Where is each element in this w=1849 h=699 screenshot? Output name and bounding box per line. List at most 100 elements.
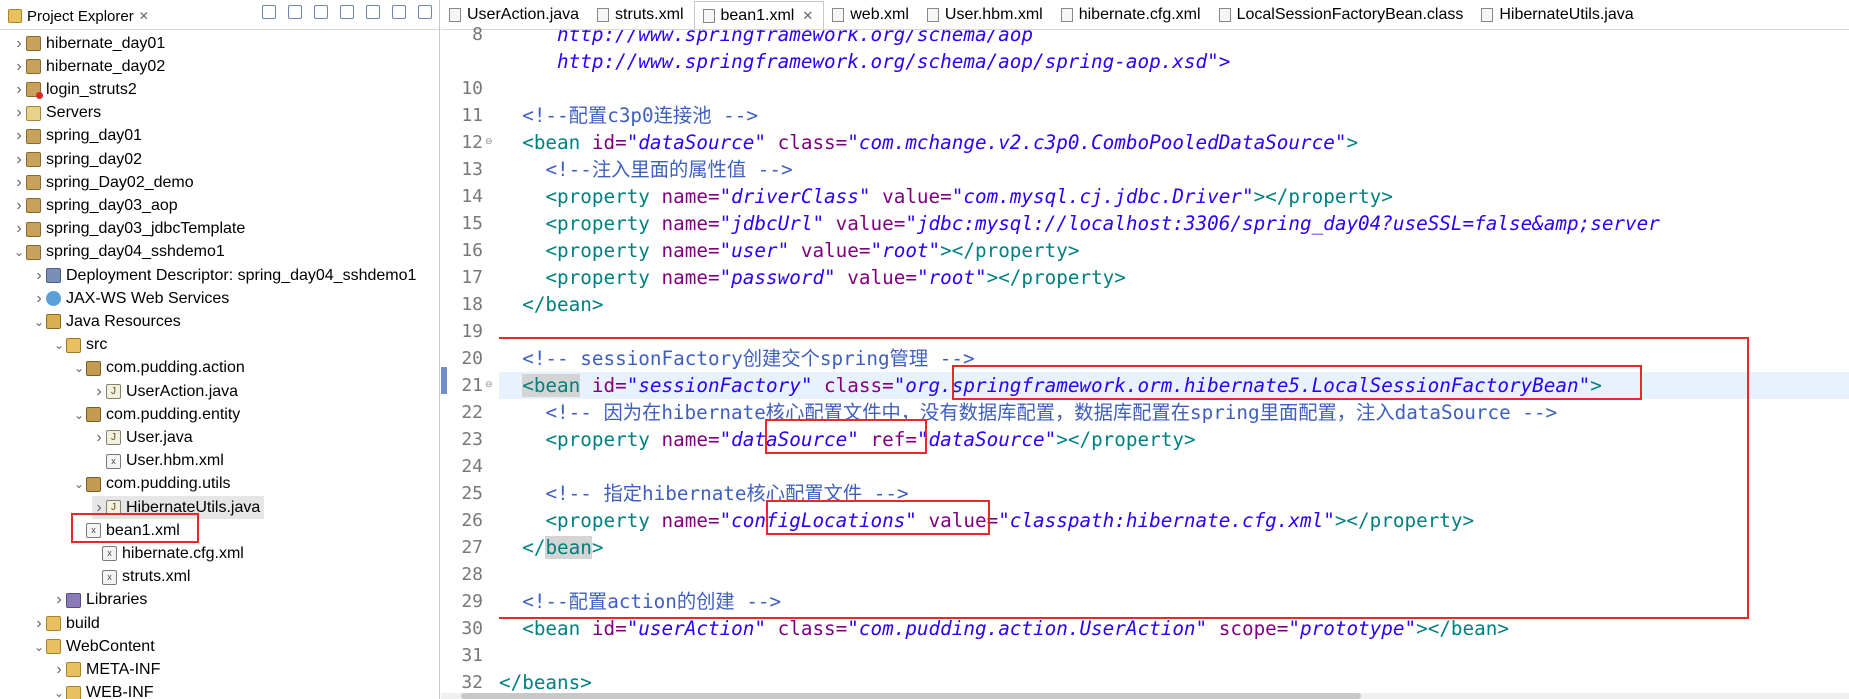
project-icon xyxy=(26,175,41,191)
fold-icon[interactable]: ⊖ xyxy=(485,372,495,399)
java-file-icon xyxy=(1481,8,1494,22)
editor-tab[interactable]: User.hbm.xml xyxy=(919,1,1053,29)
line-number: 19 xyxy=(461,321,483,342)
tree-item[interactable]: ⌄ com.pudding.entity xyxy=(72,403,240,426)
chevron-right-icon[interactable]: › xyxy=(12,35,26,53)
close-icon[interactable]: ✕ xyxy=(139,9,149,23)
link-with-editor-icon[interactable] xyxy=(288,5,302,19)
tree-item-label: User.hbm.xml xyxy=(126,452,224,470)
tree-item[interactable]: ⌄ WebContent xyxy=(32,635,155,658)
tree-item[interactable]: › JAX-WS Web Services xyxy=(32,287,229,310)
filter-icon[interactable] xyxy=(314,5,328,19)
java-file-icon: J xyxy=(106,430,121,446)
editor-tab[interactable]: LocalSessionFactoryBean.class xyxy=(1211,1,1474,29)
horizontal-scrollbar[interactable] xyxy=(441,693,1849,699)
chevron-right-icon[interactable]: › xyxy=(12,81,26,99)
fold-icon[interactable]: ⊖ xyxy=(485,129,495,156)
xml-file-icon xyxy=(926,8,939,22)
code-line-14: <property name="driverClass" value="com.… xyxy=(545,185,1393,208)
chevron-right-icon[interactable]: › xyxy=(12,197,26,215)
editor-tab[interactable]: HibernateUtils.java xyxy=(1473,1,1643,29)
chevron-down-icon[interactable]: ⌄ xyxy=(12,245,26,259)
tree-item[interactable]: › login_struts2 xyxy=(12,78,137,101)
chevron-down-icon[interactable]: ⌄ xyxy=(32,315,46,329)
libraries-icon xyxy=(66,592,81,608)
chevron-right-icon[interactable]: › xyxy=(32,267,46,285)
chevron-right-icon[interactable]: › xyxy=(12,127,26,145)
project-icon xyxy=(26,128,41,144)
collapse-all-icon[interactable] xyxy=(262,5,276,19)
tree-item[interactable]: x User.hbm.xml xyxy=(92,450,224,473)
tree-item[interactable]: › spring_day03_aop xyxy=(12,194,177,217)
close-icon[interactable]: ✕ xyxy=(802,8,813,24)
tree-item[interactable]: ⌄ WEB-INF xyxy=(52,682,154,699)
line-number: 26 xyxy=(461,510,483,531)
editor-tab[interactable]: hibernate.cfg.xml xyxy=(1053,1,1211,29)
scrollbar-thumb[interactable] xyxy=(461,693,1361,699)
tree-item[interactable]: x struts.xml xyxy=(88,566,190,589)
tree-item[interactable]: › spring_day01 xyxy=(12,125,142,148)
package-icon xyxy=(86,360,101,376)
chevron-right-icon[interactable]: › xyxy=(12,220,26,238)
tree-item[interactable]: › build xyxy=(32,612,99,635)
chevron-down-icon[interactable]: ⌄ xyxy=(52,338,66,352)
xml-file-icon xyxy=(832,8,845,22)
tree-item-label: HibernateUtils.java xyxy=(126,498,261,516)
tree-item[interactable]: ⌄ com.pudding.utils xyxy=(72,473,231,496)
tree-item[interactable]: › J User.java xyxy=(92,426,192,449)
tree-item[interactable]: x bean1.xml xyxy=(72,519,180,542)
tree-item[interactable]: › spring_day02 xyxy=(12,148,142,171)
editor-tab[interactable]: web.xml xyxy=(824,1,919,29)
chevron-right-icon[interactable]: › xyxy=(12,58,26,76)
tree-item[interactable]: ⌄ spring_day04_sshdemo1 xyxy=(12,241,225,264)
focus-icon[interactable] xyxy=(340,5,354,19)
tree-item[interactable]: › META-INF xyxy=(52,658,160,681)
tree-item[interactable]: › J UserAction.java xyxy=(92,380,238,403)
xml-editor: UserAction.java struts.xml bean1.xml ✕ web.x… xyxy=(441,0,1849,699)
chevron-down-icon[interactable]: ⌄ xyxy=(52,686,66,699)
code-line-25: <!-- 指定hibernate核心配置文件 --> xyxy=(545,482,909,505)
chevron-down-icon[interactable]: ⌄ xyxy=(72,361,86,375)
tree-item[interactable]: ⌄ com.pudding.action xyxy=(72,357,245,380)
chevron-right-icon[interactable]: › xyxy=(12,174,26,192)
line-number: 25 xyxy=(461,483,483,504)
chevron-right-icon[interactable]: › xyxy=(92,429,106,447)
tree-item[interactable]: › hibernate_day02 xyxy=(12,55,165,78)
tree-item[interactable]: x hibernate.cfg.xml xyxy=(88,542,244,565)
chevron-right-icon[interactable]: › xyxy=(12,104,26,122)
tree-item[interactable]: › Libraries xyxy=(52,589,147,612)
tree-item[interactable]: › Servers xyxy=(12,102,101,125)
class-file-icon xyxy=(1218,8,1231,22)
tree-item[interactable]: › Deployment Descriptor: spring_day04_ssh… xyxy=(32,264,416,287)
chevron-right-icon[interactable]: › xyxy=(32,615,46,633)
chevron-down-icon[interactable]: ⌄ xyxy=(32,640,46,654)
chevron-down-icon[interactable]: ⌄ xyxy=(72,408,86,422)
chevron-right-icon[interactable]: › xyxy=(92,383,106,401)
tree-item[interactable]: › J HibernateUtils.java xyxy=(92,496,265,519)
code-area[interactable]: http://www.springframework.org/schema/ao… xyxy=(499,30,1849,699)
editor-tab[interactable]: struts.xml xyxy=(589,1,693,29)
chevron-right-icon[interactable]: › xyxy=(32,290,46,308)
project-icon xyxy=(26,59,41,75)
tree-item[interactable]: ⌄ src xyxy=(52,334,107,357)
chevron-right-icon[interactable]: › xyxy=(52,591,66,609)
maximize-icon[interactable] xyxy=(418,5,432,19)
minimize-icon[interactable] xyxy=(392,5,406,19)
chevron-right-icon[interactable]: › xyxy=(92,499,106,517)
chevron-right-icon[interactable]: › xyxy=(52,661,66,679)
chevron-right-icon[interactable]: › xyxy=(12,151,26,169)
view-menu-icon[interactable] xyxy=(366,5,380,19)
project-explorer-tab[interactable]: Project Explorer ✕ xyxy=(2,3,155,29)
web-services-icon xyxy=(46,291,61,307)
line-number: 17 xyxy=(461,267,483,288)
tree-item[interactable]: › spring_Day02_demo xyxy=(12,171,193,194)
editor-tab[interactable]: bean1.xml ✕ xyxy=(693,1,825,29)
chevron-down-icon[interactable]: ⌄ xyxy=(72,477,86,491)
code-line-17: <property name="password" value="root"><… xyxy=(545,266,1126,289)
tree-item[interactable]: ⌄ Java Resources xyxy=(32,310,181,333)
package-icon xyxy=(86,407,101,423)
tree-item[interactable]: › hibernate_day01 xyxy=(12,32,165,55)
tree-item[interactable]: › spring_day03_jdbcTemplate xyxy=(12,218,245,241)
